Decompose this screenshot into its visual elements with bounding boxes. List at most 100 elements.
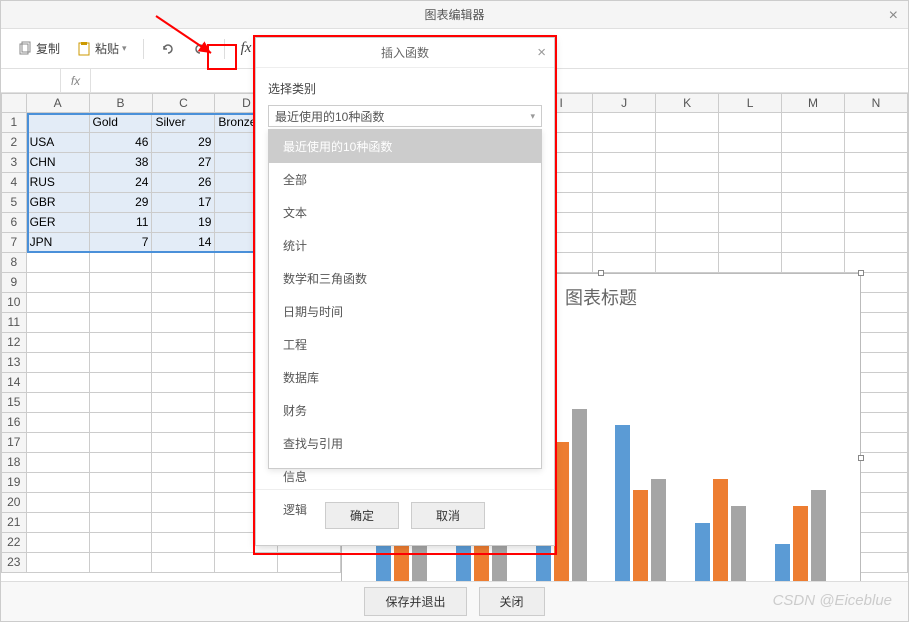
dropdown-item[interactable]: 查找与引用 [269,427,541,460]
column-header[interactable]: K [656,93,719,113]
cell[interactable] [845,153,908,173]
row-header[interactable]: 21 [1,513,27,533]
cell[interactable]: 19 [152,213,215,233]
cell[interactable]: GBR [27,193,90,213]
cell[interactable] [719,133,782,153]
cell[interactable]: JPN [27,233,90,253]
cell[interactable] [27,513,90,533]
resize-handle[interactable] [598,270,604,276]
close-icon[interactable]: × [889,7,898,25]
cell[interactable] [27,433,90,453]
row-header[interactable]: 12 [1,333,27,353]
cell[interactable]: 26 [152,173,215,193]
cell[interactable] [27,313,90,333]
paste-button[interactable]: 粘贴 ▾ [70,36,133,61]
cell[interactable] [27,253,90,273]
cell[interactable] [656,213,719,233]
cell[interactable] [782,173,845,193]
cell[interactable] [152,533,215,553]
cell[interactable]: 38 [90,153,153,173]
cell[interactable] [27,393,90,413]
row-header[interactable]: 20 [1,493,27,513]
cell[interactable] [656,113,719,133]
dropdown-item[interactable]: 数学和三角函数 [269,262,541,295]
cell[interactable]: 24 [90,173,153,193]
cell[interactable] [845,113,908,133]
row-header[interactable]: 2 [1,133,27,153]
row-header[interactable]: 8 [1,253,27,273]
cell[interactable] [593,133,656,153]
cell[interactable] [90,513,153,533]
cell[interactable] [27,533,90,553]
dropdown-item[interactable]: 全部 [269,163,541,196]
dropdown-item[interactable]: 日期与时间 [269,295,541,328]
select-all-corner[interactable] [1,93,27,113]
cell[interactable] [782,133,845,153]
cell[interactable] [782,113,845,133]
row-header[interactable]: 1 [1,113,27,133]
cell[interactable]: CHN [27,153,90,173]
cell[interactable] [656,173,719,193]
cell[interactable] [845,173,908,193]
cell[interactable] [27,293,90,313]
cell[interactable] [90,393,153,413]
cell[interactable] [656,253,719,273]
column-header[interactable]: J [593,93,656,113]
cell[interactable] [27,473,90,493]
cell[interactable] [90,433,153,453]
column-header[interactable]: B [90,93,153,113]
cell[interactable]: 46 [90,133,153,153]
cell[interactable]: 14 [152,233,215,253]
row-header[interactable]: 5 [1,193,27,213]
ok-button[interactable]: 确定 [325,502,399,529]
cell[interactable] [27,413,90,433]
cell[interactable] [782,213,845,233]
cell[interactable] [593,233,656,253]
row-header[interactable]: 16 [1,413,27,433]
cell[interactable] [719,173,782,193]
cell[interactable] [27,553,90,573]
cell[interactable] [845,213,908,233]
cell[interactable] [152,433,215,453]
resize-handle[interactable] [858,270,864,276]
cell[interactable] [90,413,153,433]
cell[interactable] [27,353,90,373]
cell[interactable] [719,253,782,273]
cell[interactable] [656,153,719,173]
cell[interactable] [152,273,215,293]
row-header[interactable]: 19 [1,473,27,493]
cell[interactable] [593,153,656,173]
cell[interactable]: 11 [90,213,153,233]
cell[interactable] [152,293,215,313]
cell[interactable] [90,253,153,273]
cell[interactable] [90,533,153,553]
close-icon[interactable]: × [537,44,546,61]
cell[interactable] [90,293,153,313]
dropdown-item[interactable]: 最近使用的10种函数 [269,130,541,163]
cell[interactable] [593,193,656,213]
dropdown-item[interactable]: 数据库 [269,361,541,394]
cell[interactable] [90,353,153,373]
cell[interactable] [845,233,908,253]
save-exit-button[interactable]: 保存并退出 [364,587,466,616]
resize-handle[interactable] [858,455,864,461]
column-header[interactable]: N [845,93,908,113]
close-button[interactable]: 关闭 [479,587,545,616]
cell[interactable] [27,373,90,393]
dropdown-item[interactable]: 财务 [269,394,541,427]
cell[interactable] [719,213,782,233]
cell[interactable] [27,113,90,133]
row-header[interactable]: 15 [1,393,27,413]
cell[interactable] [656,233,719,253]
row-header[interactable]: 6 [1,213,27,233]
row-header[interactable]: 10 [1,293,27,313]
cell[interactable] [782,233,845,253]
cancel-button[interactable]: 取消 [411,502,485,529]
row-header[interactable]: 3 [1,153,27,173]
cell[interactable] [27,273,90,293]
cell[interactable] [845,253,908,273]
cell[interactable] [90,333,153,353]
cell[interactable] [90,373,153,393]
column-header[interactable]: L [719,93,782,113]
row-header[interactable]: 11 [1,313,27,333]
